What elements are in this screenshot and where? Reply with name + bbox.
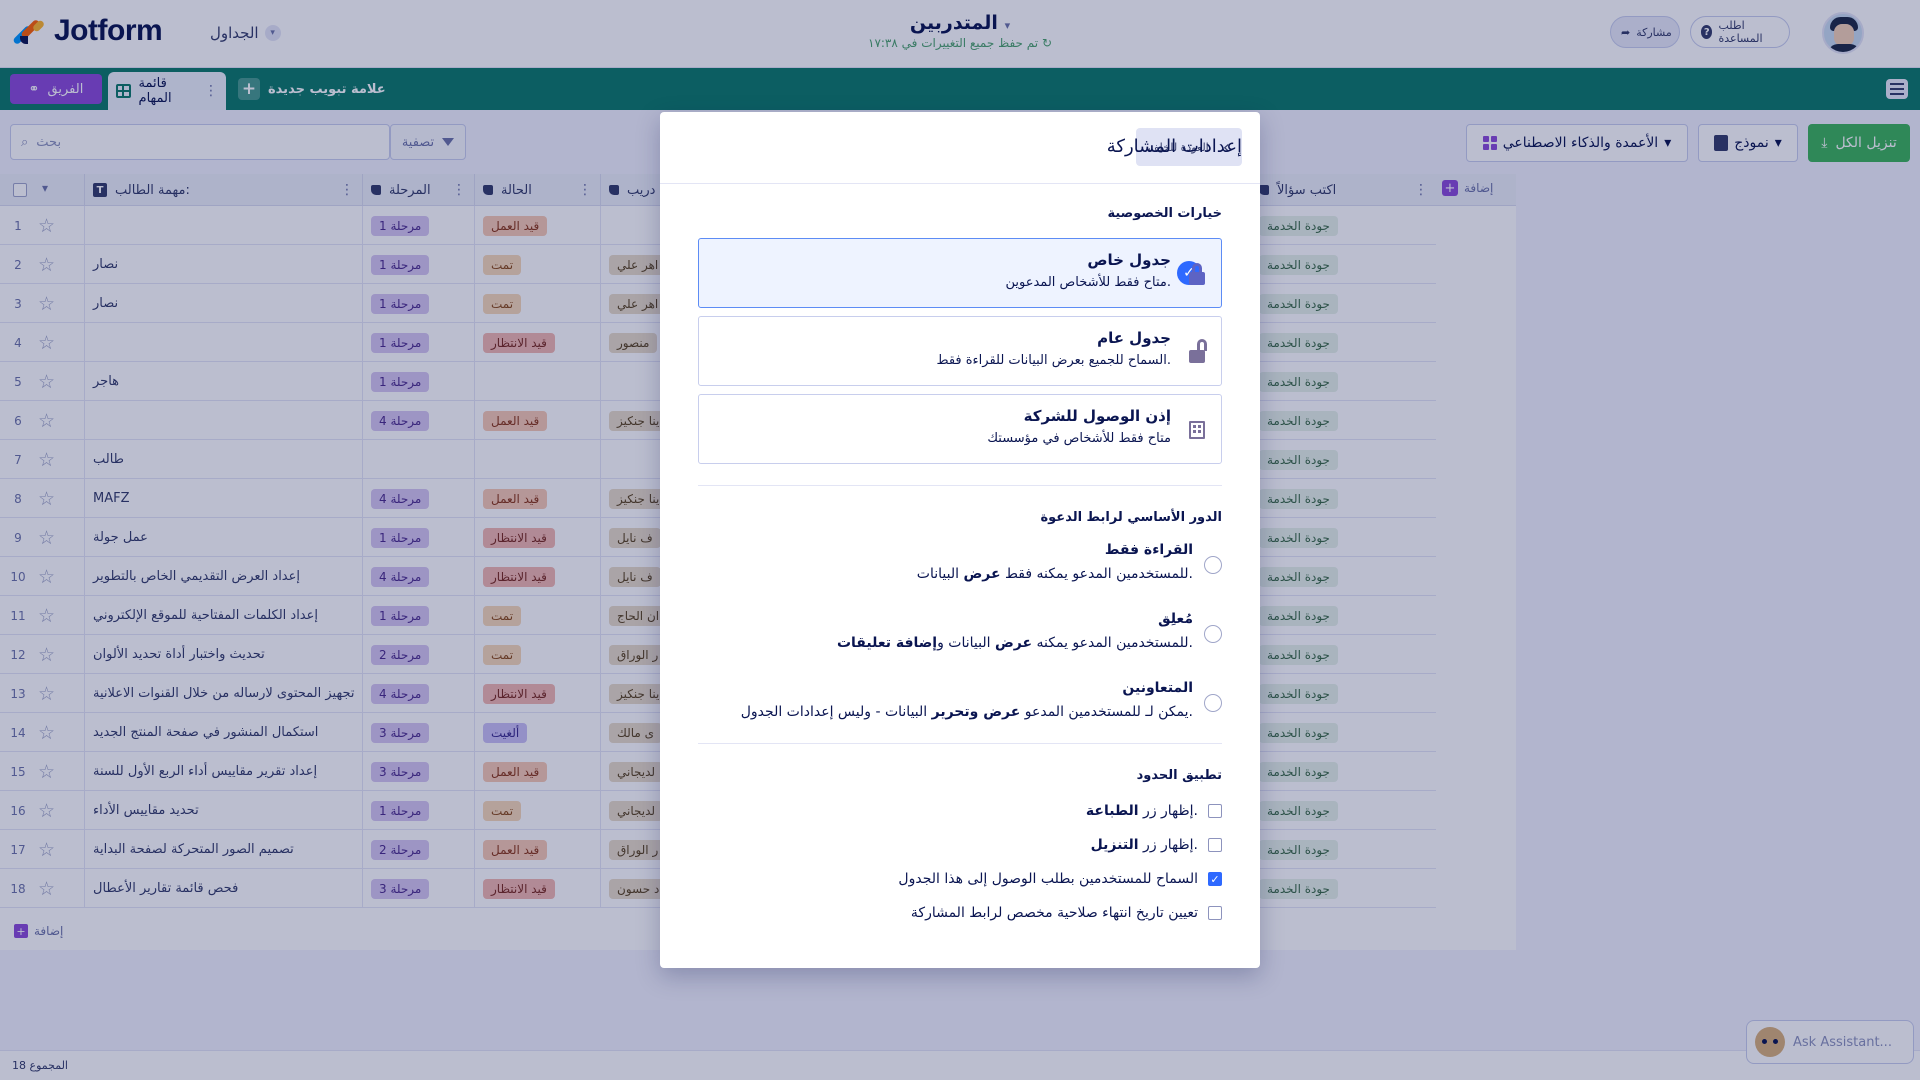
- divider: [698, 743, 1222, 744]
- limit-label: إظهار زر التنزيل.: [1090, 837, 1198, 853]
- privacy-option-company[interactable]: إذن الوصول للشركة متاح فقط للأشخاص في مؤ…: [698, 394, 1222, 464]
- radio-read-only[interactable]: [1204, 556, 1222, 574]
- role-option-read-only[interactable]: القراءة فقط للمستخدمين المدعو يمكنه فقط …: [698, 540, 1222, 590]
- option-desc: متاح فقط للأشخاص المدعوين.: [1005, 275, 1172, 290]
- privacy-section-title: خيارات الخصوصية: [1107, 206, 1222, 221]
- role-desc: للمستخدمين المدعو يمكنه عرض البيانات وإض…: [836, 635, 1193, 651]
- limits-section-title: تطبيق الحدود: [1136, 768, 1222, 783]
- modal-title: إعدادات المشاركة: [1106, 136, 1242, 157]
- unlock-icon: [1187, 339, 1207, 363]
- limit-option[interactable]: ✓ السماح للمستخدمين بطلب الوصول إلى هذا ا…: [898, 868, 1222, 890]
- limit-label: السماح للمستخدمين بطلب الوصول إلى هذا ال…: [898, 871, 1198, 887]
- radio-collaborator[interactable]: [1204, 694, 1222, 712]
- limit-option[interactable]: إظهار زر الطباعة.: [1086, 800, 1222, 822]
- limit-option[interactable]: إظهار زر التنزيل.: [1091, 834, 1222, 856]
- role-name: القراءة فقط: [1104, 542, 1193, 558]
- building-icon: [1187, 419, 1207, 441]
- option-name: إذن الوصول للشركة: [1023, 407, 1171, 425]
- limit-option[interactable]: تعيين تاريخ انتهاء صلاحية مخصص لرابط الم…: [911, 902, 1222, 924]
- role-name: المتعاونين: [1122, 680, 1193, 696]
- share-settings-modal: العودة للخلف ‹ إعدادات المشاركة خيارات ا…: [660, 112, 1260, 968]
- option-name: جدول عام: [1097, 329, 1171, 347]
- role-section-title: الدور الأساسي لرابط الدعوة: [1040, 510, 1222, 525]
- role-desc: يمكن لـ للمستخدمين المدعو عرض وتحرير الب…: [740, 704, 1193, 720]
- limit-label: تعيين تاريخ انتهاء صلاحية مخصص لرابط الم…: [910, 905, 1198, 921]
- limit-checkbox[interactable]: ✓: [1208, 872, 1222, 886]
- divider: [698, 485, 1222, 486]
- option-name: جدول خاص: [1087, 251, 1171, 269]
- role-option-collaborator[interactable]: المتعاونين يمكن لـ للمستخدمين المدعو عرض…: [698, 678, 1222, 728]
- limit-checkbox[interactable]: [1208, 906, 1222, 920]
- role-name: مُعلِق: [1158, 611, 1193, 627]
- limit-label: إظهار زر الطباعة.: [1085, 803, 1198, 819]
- role-option-commenter[interactable]: مُعلِق للمستخدمين المدعو يمكنه عرض البيا…: [698, 609, 1222, 659]
- limit-checkbox[interactable]: [1208, 838, 1222, 852]
- modal-header: العودة للخلف ‹ إعدادات المشاركة: [660, 112, 1260, 184]
- privacy-option-private[interactable]: ✓ جدول خاص متاح فقط للأشخاص المدعوين.: [698, 238, 1222, 308]
- radio-commenter[interactable]: [1204, 625, 1222, 643]
- limit-checkbox[interactable]: [1208, 804, 1222, 818]
- privacy-option-public[interactable]: جدول عام السماح للجميع بعرض البيانات للق…: [698, 316, 1222, 386]
- option-desc: متاح فقط للأشخاص في مؤسستك: [987, 431, 1171, 446]
- option-desc: السماح للجميع بعرض البيانات للقراءة فقط.: [936, 353, 1171, 368]
- role-desc: للمستخدمين المدعو يمكنه فقط عرض البيانات…: [916, 566, 1193, 582]
- lock-icon: [1187, 263, 1207, 285]
